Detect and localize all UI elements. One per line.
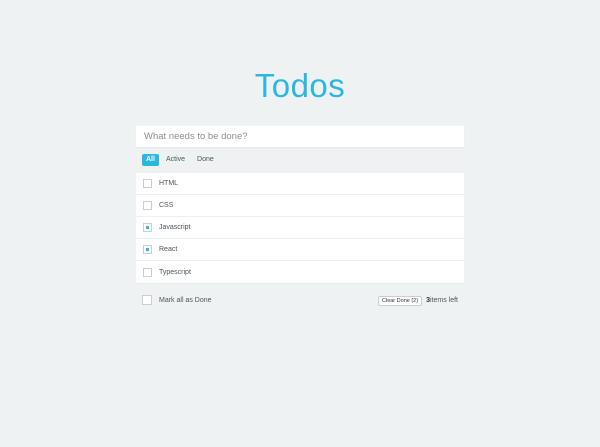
filter-done[interactable]: Done <box>192 154 219 166</box>
items-left-counter: 3items left <box>426 297 458 304</box>
footer-right: Clear Done (2) 3items left <box>378 295 458 306</box>
todo-checkbox[interactable] <box>143 267 152 277</box>
new-todo-input[interactable] <box>136 126 464 147</box>
todo-item: Javascript <box>136 217 464 239</box>
todo-checkbox-checked[interactable] <box>143 245 152 254</box>
todo-item: HTML <box>136 173 464 195</box>
filter-all[interactable]: All <box>142 154 159 166</box>
mark-all: Mark all as Done <box>142 295 212 305</box>
todo-text: Typescript <box>159 268 191 276</box>
todo-item: React <box>136 239 464 261</box>
filter-tabs: All Active Done <box>142 154 219 166</box>
todo-item: Typescript <box>136 261 464 283</box>
todo-checkbox[interactable] <box>143 201 152 210</box>
todo-text: React <box>159 246 178 253</box>
todo-text: CSS <box>159 202 174 209</box>
filter-active[interactable]: Active <box>161 154 190 166</box>
todo-text: HTML <box>159 180 179 187</box>
todo-footer: Mark all as Done Clear Done (2) 3items l… <box>142 295 460 306</box>
todo-app: Todos All Active Done HTML CSS Javascrip… <box>0 0 600 447</box>
todo-checkbox[interactable] <box>143 179 152 188</box>
clear-done-button[interactable]: Clear Done (2) <box>378 295 423 306</box>
page-title: Todos <box>254 67 346 104</box>
todo-list: HTML CSS Javascript React Typescript <box>136 173 464 283</box>
todo-checkbox-checked[interactable] <box>143 223 152 232</box>
items-left-suffix: items left <box>429 297 458 304</box>
todo-item: CSS <box>136 195 464 217</box>
mark-all-checkbox[interactable] <box>142 295 152 305</box>
todo-text: Javascript <box>159 224 191 231</box>
mark-all-label: Mark all as Done <box>159 296 212 304</box>
